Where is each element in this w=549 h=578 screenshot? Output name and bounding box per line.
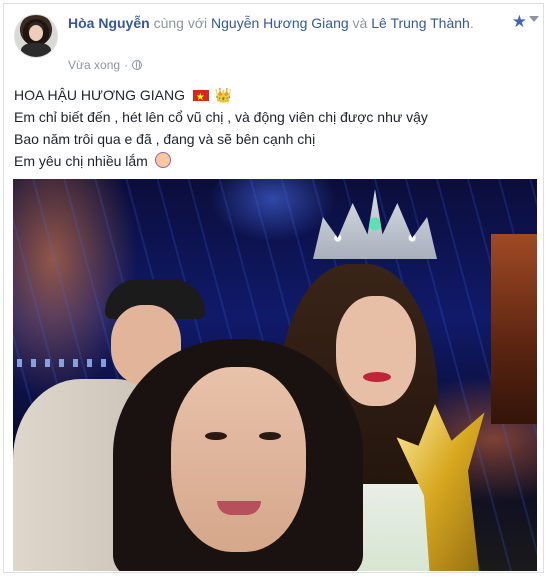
person-selfie-eye-right [259, 432, 281, 440]
person-selfie-face [171, 367, 306, 552]
person-selfie-eye-left [205, 432, 227, 440]
avatar-body [21, 43, 51, 57]
person-selfie [113, 339, 363, 571]
post-line-1-text: HOA HẬU HƯƠNG GIANG [14, 87, 185, 103]
tagged-user-1[interactable]: Nguyễn Hương Giang [211, 15, 349, 31]
post-photo[interactable] [13, 179, 537, 571]
crown-icon: 👑 [214, 87, 233, 103]
post-line-1: HOA HẬU HƯƠNG GIANG 👑 [14, 84, 534, 109]
post-line-4-text: Em yêu chị nhiều lắm [14, 153, 148, 169]
post-meta: Vừa xong · [68, 58, 143, 72]
avatar-face [29, 25, 43, 41]
meta-separator: · [124, 58, 129, 72]
header-period: . [469, 15, 474, 31]
post-line-3: Bao năm trôi qua e đã , đang và sẽ bên c… [14, 131, 316, 147]
star-icon[interactable]: ★ [512, 12, 527, 32]
timestamp[interactable]: Vừa xong [68, 58, 120, 72]
emoji-face-icon [154, 152, 171, 168]
stage-screen [491, 234, 537, 424]
with-text: cùng với [149, 15, 212, 31]
author-name-link[interactable]: Hòa Nguyễn [68, 15, 150, 31]
author-avatar[interactable] [14, 14, 58, 58]
tagged-user-2[interactable]: Lê Trung Thành [371, 15, 470, 31]
post-line-4: Em yêu chị nhiều lắm [14, 150, 534, 172]
post-text: HOA HẬU HƯƠNG GIANG 👑 Em chỉ biết đến , … [14, 84, 534, 172]
person-queen-lips [363, 372, 391, 382]
vietnam-flag-icon [192, 87, 209, 109]
and-text: và [348, 15, 372, 31]
globe-icon[interactable] [132, 60, 143, 70]
post-header: Hòa Nguyễn cùng với Nguyễn Hương Giang v… [68, 13, 498, 34]
post-line-2: Em chỉ biết đến , hét lên cổ vũ chị , và… [14, 109, 428, 125]
chevron-down-icon[interactable] [529, 16, 539, 22]
post-card: Hòa Nguyễn cùng với Nguyễn Hương Giang v… [3, 3, 544, 573]
